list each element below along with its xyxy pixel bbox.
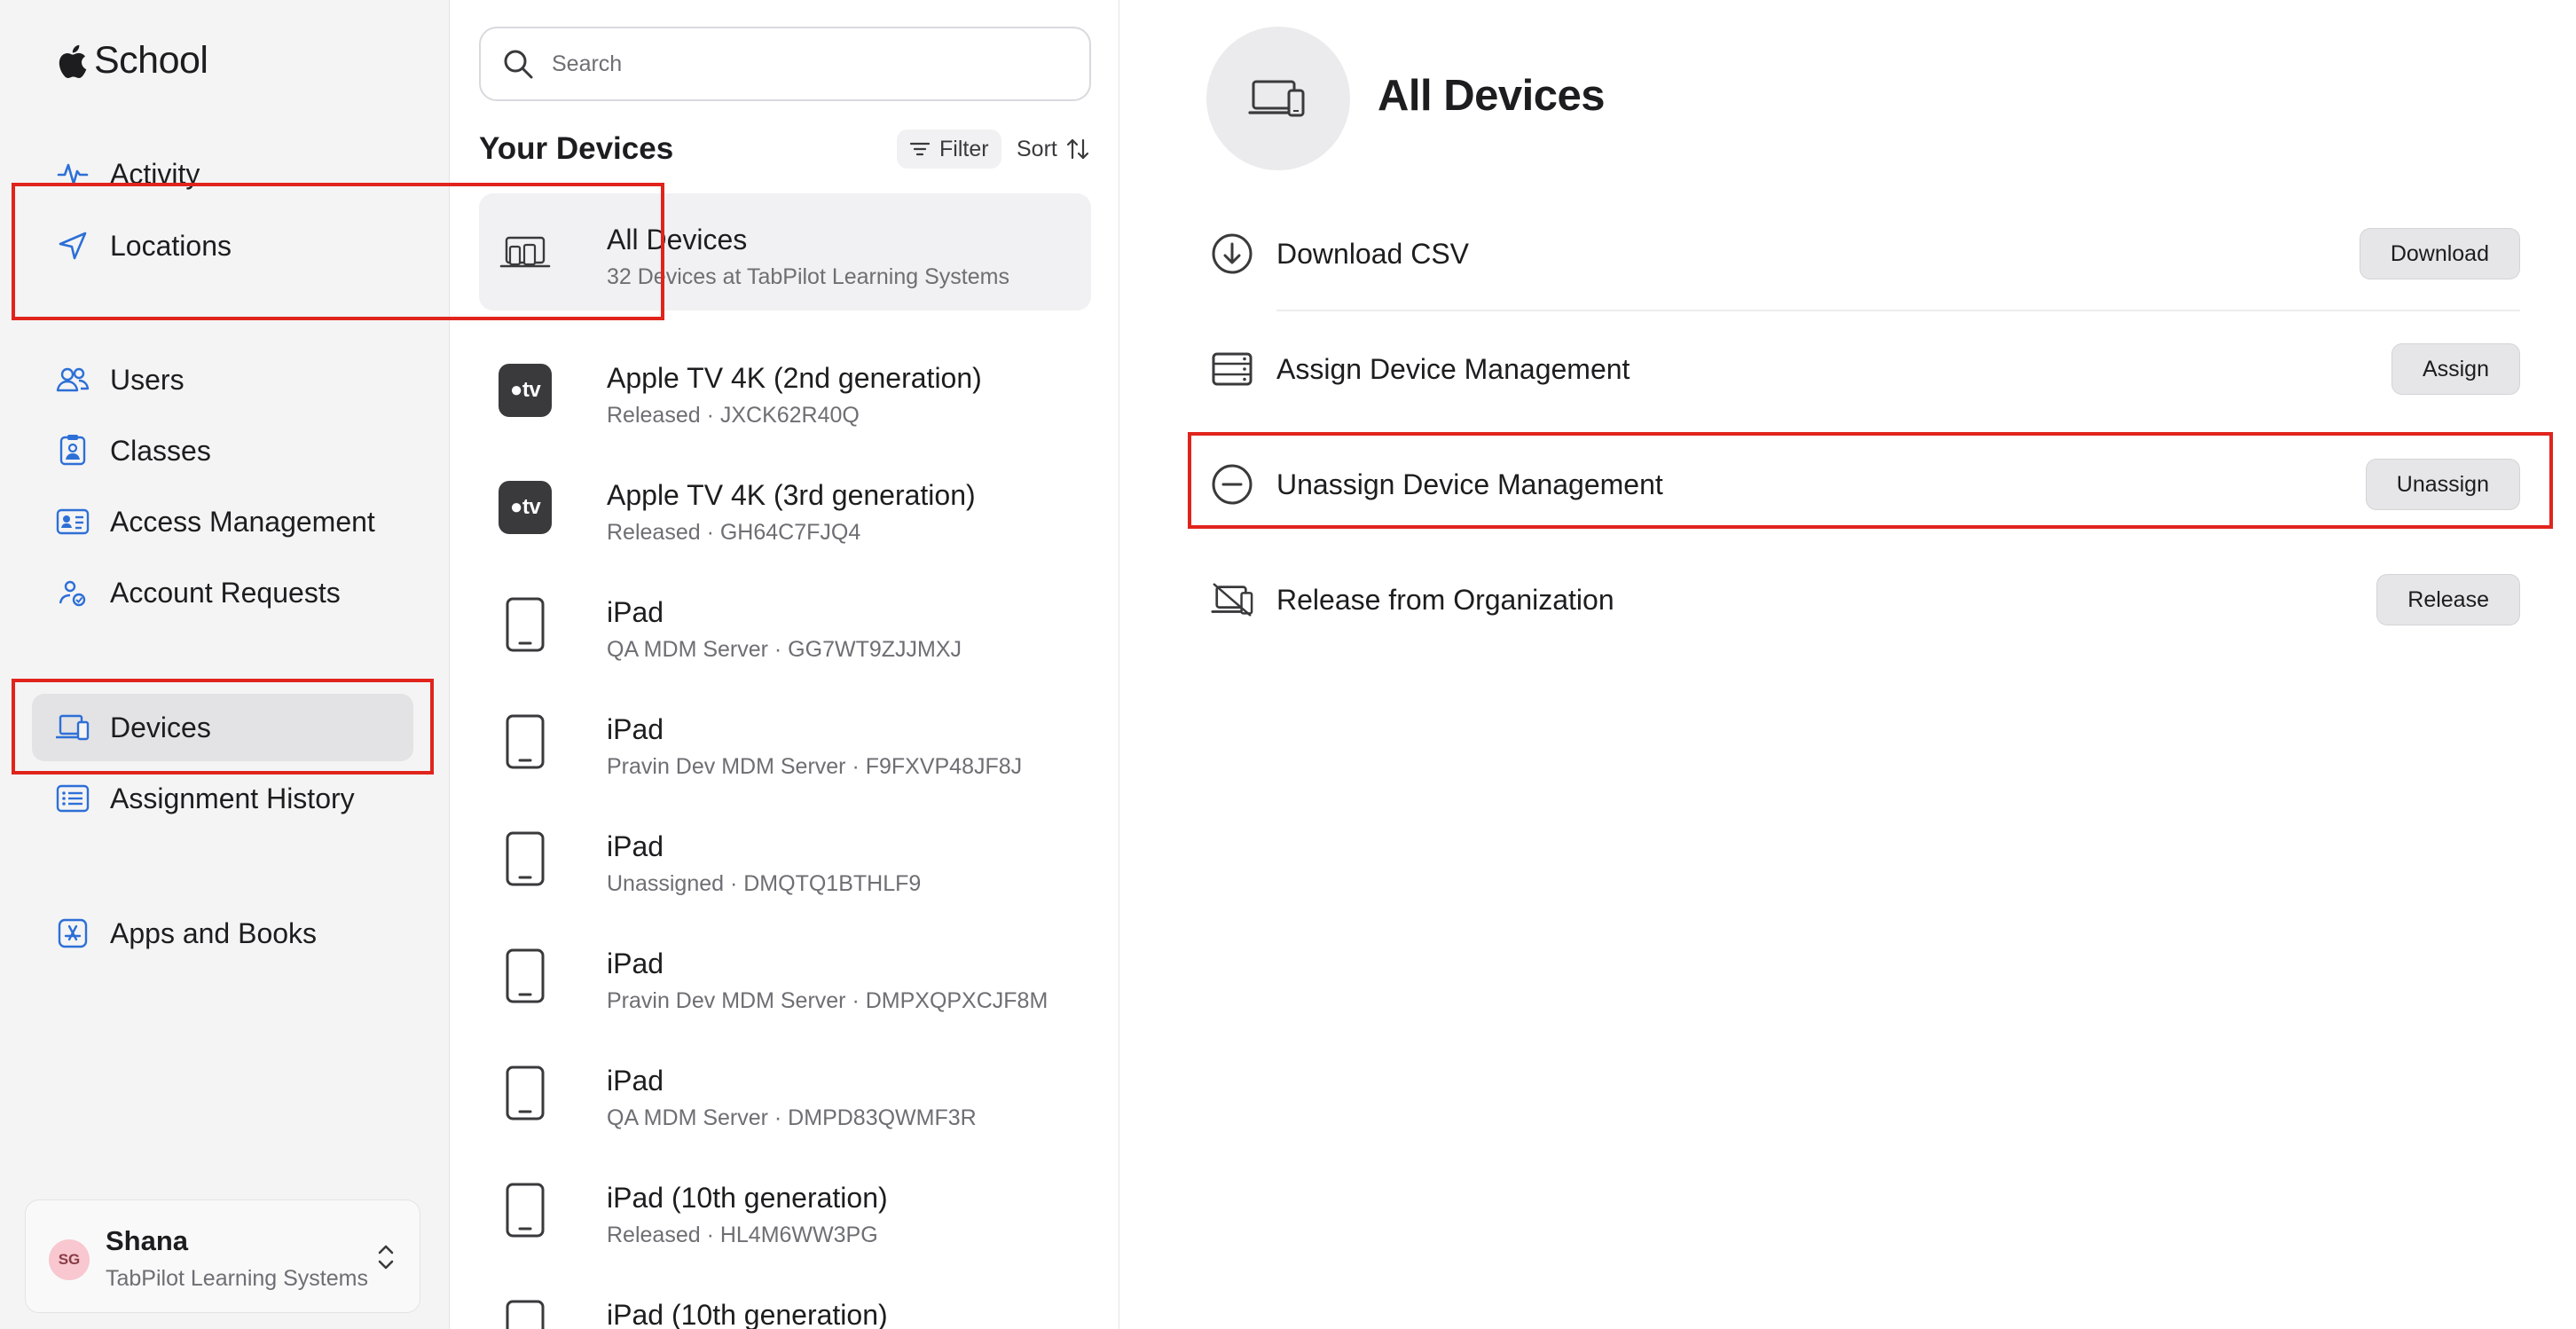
account-org-text: TabPilot Learning Systems — [106, 1266, 368, 1291]
device-name: Apple TV 4K (2nd generation) — [607, 362, 982, 394]
sidebar-item-classes[interactable]: Classes — [32, 417, 413, 484]
app-store-icon — [55, 916, 90, 951]
device-name: iPad — [607, 830, 664, 862]
avatar: SG — [49, 1239, 90, 1280]
filter-button[interactable]: Filter — [897, 130, 1001, 169]
brand-name: School — [94, 39, 208, 82]
device-row[interactable]: iPad QA MDM Server · GG7WT9ZJJMXJ — [479, 566, 1091, 683]
device-row[interactable]: ● tv Apple TV 4K (3rd generation) Release… — [479, 449, 1091, 566]
release-device-icon — [1211, 578, 1253, 621]
ipad-icon — [499, 831, 552, 886]
action-label: Release from Organization — [1276, 584, 1614, 616]
device-subtitle: Pravin Dev MDM Server · F9FXVP48JF8J — [607, 754, 1023, 779]
filter-icon — [909, 142, 931, 156]
ipad-icon — [499, 1300, 552, 1329]
sidebar-item-label: Classes — [110, 434, 211, 467]
account-request-icon — [55, 575, 90, 610]
device-name: iPad — [607, 596, 664, 628]
ipad-icon — [499, 1066, 552, 1121]
download-button[interactable]: Download — [2359, 228, 2520, 279]
assign-button[interactable]: Assign — [2391, 343, 2520, 395]
sidebar-item-users[interactable]: Users — [32, 346, 413, 413]
action-label: Download CSV — [1276, 238, 1469, 270]
apple-tv-badge-text: tv — [522, 495, 541, 519]
device-subtitle: Released · JXCK62R40Q — [607, 403, 860, 428]
action-row-download-csv: Download CSV Download — [1211, 196, 2520, 311]
action-label: Assign Device Management — [1276, 353, 1630, 385]
device-subtitle: Unassigned · DMQTQ1BTHLF9 — [607, 871, 922, 896]
apple-tv-badge: ● tv — [499, 481, 552, 534]
apple-logo-icon — [59, 44, 87, 78]
classes-icon — [55, 433, 90, 468]
device-subtitle: 32 Devices at TabPilot Learning Systems — [607, 264, 1009, 289]
hero-devices-icon — [1206, 27, 1350, 170]
sidebar-item-label: Account Requests — [110, 576, 341, 609]
device-row[interactable]: iPad Pravin Dev MDM Server · DMPXQPXCJF8… — [479, 917, 1091, 1034]
device-row[interactable]: iPad (10th generation) — [479, 1269, 1091, 1329]
device-subtitle: Pravin Dev MDM Server · DMPXQPXCJF8M — [607, 988, 1048, 1013]
sidebar-item-label: Users — [110, 363, 185, 396]
device-name: iPad — [607, 1065, 664, 1097]
device-name: iPad (10th generation) — [607, 1299, 888, 1329]
account-name: Shana — [106, 1225, 189, 1256]
sidebar-item-assignment-history[interactable]: Assignment History — [32, 765, 413, 832]
device-row[interactable]: ● tv Apple TV 4K (2nd generation) Release… — [479, 332, 1091, 449]
list-icon — [55, 781, 90, 816]
filter-label: Filter — [939, 136, 989, 161]
search-icon — [504, 50, 533, 79]
search-input[interactable] — [552, 51, 1066, 77]
device-subtitle: QA MDM Server · GG7WT9ZJJMXJ — [607, 637, 962, 662]
device-subtitle: QA MDM Server · DMPD83QWMF3R — [607, 1105, 977, 1130]
action-row-release-from-organization: Release from Organization Release — [1211, 542, 2520, 657]
device-subtitle: Released · HL4M6WW3PG — [607, 1223, 878, 1247]
download-icon — [1211, 232, 1253, 275]
device-row[interactable]: iPad QA MDM Server · DMPD83QWMF3R — [479, 1034, 1091, 1152]
action-row-assign-device-management: Assign Device Management Assign — [1211, 311, 2520, 427]
device-name: iPad — [607, 713, 664, 745]
search-field[interactable] — [479, 27, 1091, 101]
sort-button[interactable]: Sort — [1017, 130, 1091, 169]
detail-title: All Devices — [1378, 72, 1606, 120]
account-switcher[interactable]: SG Shana TabPilot Learning Systems — [25, 1199, 420, 1313]
sidebar-item-label: Assignment History — [110, 782, 355, 814]
device-row[interactable]: iPad (10th generation) Released · HL4M6W… — [479, 1152, 1091, 1269]
list-title: Your Devices — [479, 131, 674, 166]
device-name: Apple TV 4K (3rd generation) — [607, 479, 976, 511]
highlight-box-all-devices — [12, 183, 664, 320]
sidebar-item-label: Apps and Books — [110, 916, 318, 949]
ipad-icon — [499, 597, 552, 652]
sidebar-item-account-requests[interactable]: Account Requests — [32, 559, 413, 626]
device-subtitle: Released · GH64C7FJQ4 — [607, 520, 861, 545]
sidebar-item-label: Access Management — [110, 505, 375, 538]
sidebar-item-apps-and-books[interactable]: Apps and Books — [32, 900, 413, 967]
device-row[interactable]: iPad Pravin Dev MDM Server · F9FXVP48JF8… — [479, 683, 1091, 800]
ipad-icon — [499, 714, 552, 769]
sidebar-item-access-management[interactable]: Access Management — [32, 488, 413, 555]
highlight-box-devices — [12, 679, 434, 775]
id-card-icon — [55, 504, 90, 539]
highlight-box-unassign — [1188, 432, 2553, 529]
apple-tv-badge-text: tv — [522, 378, 541, 402]
server-icon — [1211, 348, 1253, 390]
apple-tv-icon: ● tv — [499, 481, 552, 534]
sort-label: Sort — [1017, 136, 1057, 161]
sort-arrows-icon — [1066, 138, 1088, 160]
chevron-up-down-icon — [378, 1245, 394, 1270]
apple-tv-badge: ● tv — [499, 364, 552, 417]
account-org: TabPilot Learning Systems — [106, 1266, 372, 1292]
apple-tv-icon: ● tv — [499, 364, 552, 417]
device-row[interactable]: iPad Unassigned · DMQTQ1BTHLF9 — [479, 800, 1091, 917]
device-name: iPad (10th generation) — [607, 1182, 888, 1214]
brand[interactable]: School — [57, 39, 208, 83]
users-icon — [55, 362, 90, 397]
device-name: iPad — [607, 948, 664, 979]
ipad-icon — [499, 1183, 552, 1238]
ipad-icon — [499, 948, 552, 1003]
release-button[interactable]: Release — [2376, 574, 2520, 625]
detail-pane: All Devices Download CSV Download Assign… — [1120, 0, 2576, 1329]
